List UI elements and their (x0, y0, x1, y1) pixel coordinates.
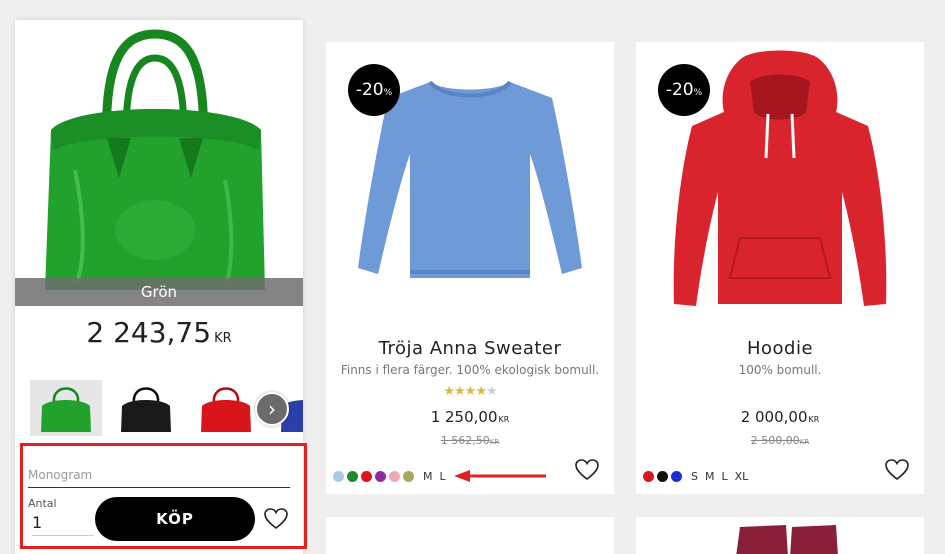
product-image-green-bag[interactable]: Grön (15, 20, 303, 306)
swatch-red[interactable] (361, 470, 372, 482)
size-option[interactable]: L (440, 470, 446, 483)
chevron-right-icon: › (268, 397, 276, 421)
swatch-olive[interactable] (403, 470, 414, 482)
badge-unit: % (693, 88, 703, 98)
badge-unit: % (383, 88, 393, 98)
wishlist-heart-icon[interactable] (575, 459, 599, 481)
thumbnail-green-bag[interactable] (30, 380, 102, 436)
price-value: 1 250,00 (430, 408, 498, 426)
price-currency: KR (214, 331, 232, 346)
size-list: S M L XL (691, 470, 748, 483)
star-icon: ★ (443, 384, 455, 399)
size-option[interactable]: L (721, 470, 727, 483)
old-price-currency: KR (799, 438, 810, 446)
wishlist-heart-icon[interactable] (885, 459, 909, 481)
product-card-partial[interactable] (326, 517, 614, 554)
swatch-red[interactable] (643, 470, 654, 482)
thumbnail-red-bag[interactable] (190, 380, 262, 436)
old-price-value: 1 562,50 (440, 434, 490, 447)
size-option[interactable]: XL (735, 470, 749, 483)
thumbnail-black-bag[interactable] (110, 380, 182, 436)
color-label: Grön (15, 278, 303, 306)
size-option[interactable]: M (423, 470, 433, 483)
badge-value: -20 (355, 80, 384, 100)
swatch-blue[interactable] (671, 470, 682, 482)
old-price-currency: KR (489, 438, 500, 446)
product-card-hoodie[interactable]: -20% Hoodie 100% bomull. 2 000,00KR 2 50… (636, 42, 924, 494)
product-title[interactable]: Tröja Anna Sweater (326, 338, 614, 359)
old-price: 1 562,50KR (326, 434, 614, 447)
star-icon: ★ (475, 384, 487, 399)
badge-value: -20 (665, 80, 694, 100)
product-card-sweater[interactable]: -20% Tröja Anna Sweater Finns i flera fä… (326, 42, 614, 494)
size-option[interactable]: S (691, 470, 698, 483)
product-price: 1 250,00KR (326, 408, 614, 426)
price-currency: KR (808, 415, 820, 424)
boots-image (736, 525, 838, 554)
swatch-green[interactable] (347, 470, 358, 482)
product-subtitle: 100% bomull. (738, 363, 822, 377)
old-price: 2 500,00KR (636, 434, 924, 447)
product-price: 2 000,00KR (636, 408, 924, 426)
green-bag-image (45, 29, 265, 290)
size-list: M L (423, 470, 446, 483)
swatch-pink[interactable] (389, 470, 400, 482)
size-option[interactable]: M (705, 470, 715, 483)
product-price: 2 243,75 KR (15, 316, 303, 349)
price-value: 2 243,75 (86, 316, 212, 349)
swatch-purple[interactable] (375, 470, 386, 482)
star-icon: ★ (454, 384, 466, 399)
star-icon: ★ (464, 384, 477, 399)
highlight-box (20, 443, 307, 549)
discount-badge: -20% (658, 64, 710, 116)
discount-badge: -20% (348, 64, 400, 116)
product-title[interactable]: Hoodie (636, 338, 924, 359)
annotation-arrow (454, 470, 546, 482)
swatch-black[interactable] (657, 470, 668, 482)
rating-stars: ★★★★★ (326, 384, 614, 399)
price-value: 2 000,00 (740, 408, 808, 426)
price-currency: KR (498, 415, 510, 424)
product-card-partial[interactable] (636, 517, 924, 554)
star-empty-icon: ★ (485, 384, 498, 399)
color-swatches: M L (333, 469, 446, 483)
old-price-value: 2 500,00 (750, 434, 800, 447)
swatch-light-blue[interactable] (333, 470, 344, 482)
color-swatches: S M L XL (643, 469, 748, 483)
product-subtitle: Finns i flera färger. 100% ekologisk bom… (340, 363, 600, 377)
thumbnail-next-button[interactable]: › (255, 392, 289, 426)
